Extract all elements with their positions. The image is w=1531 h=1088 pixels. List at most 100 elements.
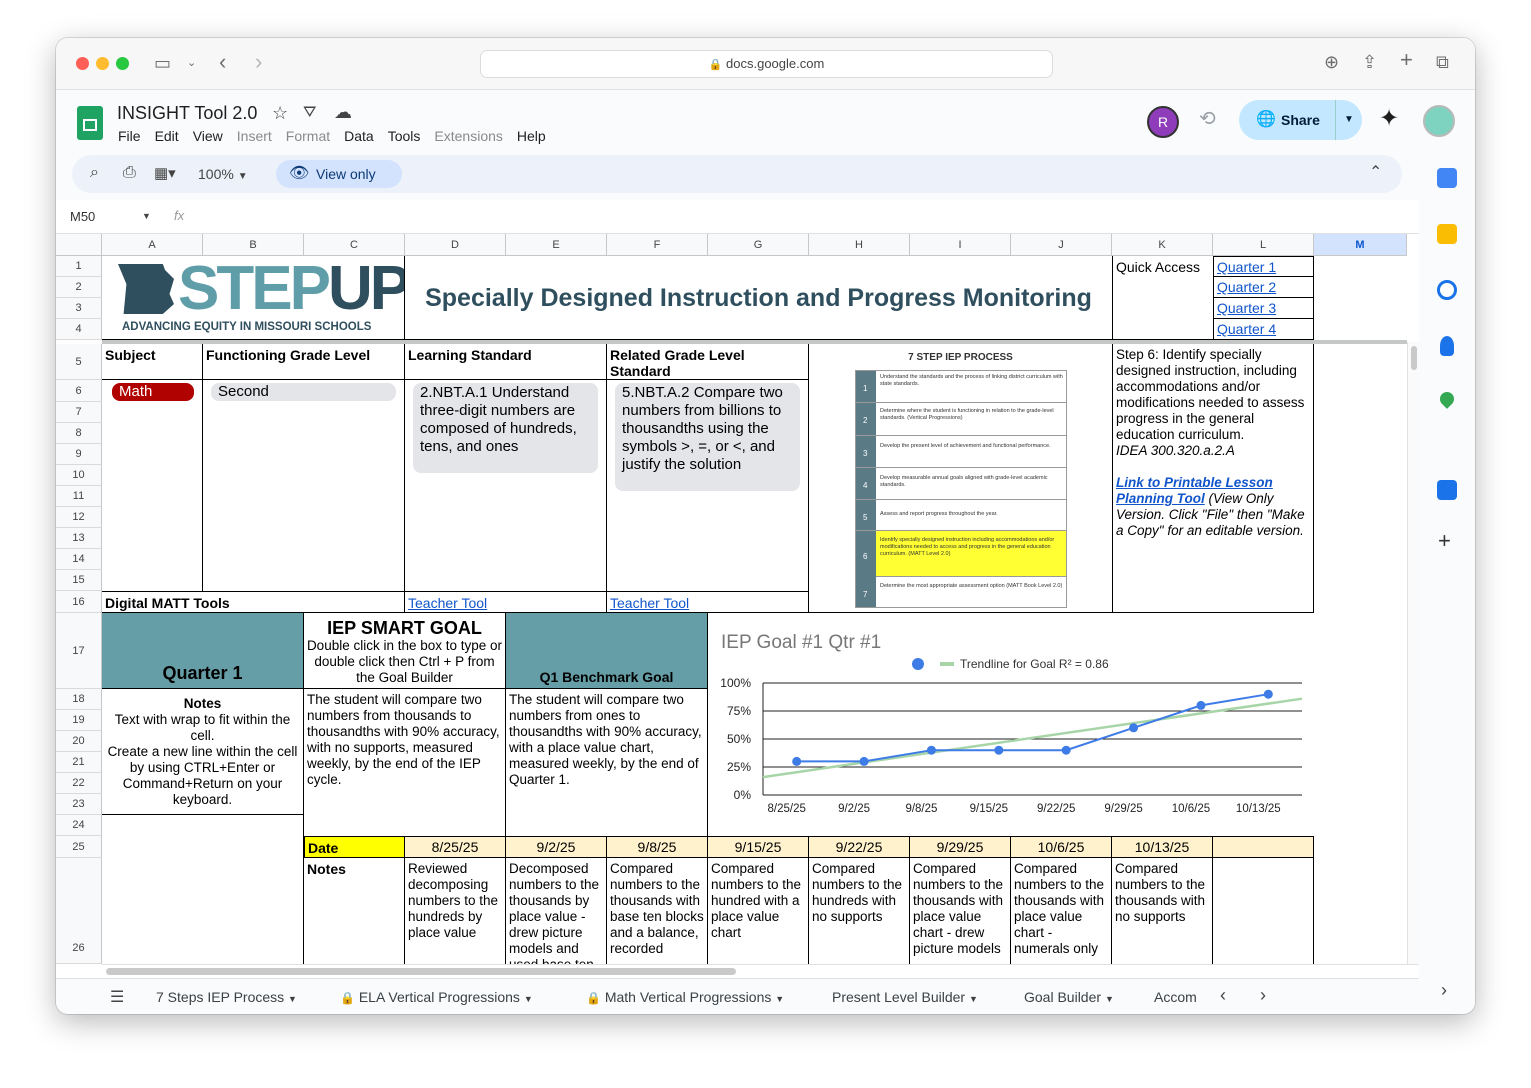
column-header[interactable]: B [203,234,304,256]
column-header[interactable]: F [607,234,708,256]
all-sheets-icon[interactable]: ☰ [110,987,124,1007]
expand-panel-icon[interactable]: › [1441,980,1447,1001]
progress-note-cell[interactable]: Compared numbers to the thousands with b… [607,858,708,964]
progress-note-cell[interactable]: Decomposed numbers to the thousands by p… [506,858,607,964]
row-header[interactable]: 5 [56,344,102,380]
name-box-dropdown-icon[interactable]: ▼ [142,211,151,221]
row-header[interactable]: 6 [56,380,102,402]
close-window-button[interactable] [76,57,89,70]
row-header[interactable]: 9 [56,444,102,465]
related-standard-chip[interactable]: 5.NBT.A.2 Compare two numbers from billi… [615,383,800,491]
iep-goal-chart[interactable]: IEP Goal #1 Qtr #1 Trendline for Goal R²… [708,613,1314,836]
row-header[interactable]: 25 [56,836,102,858]
benchmark-text-cell[interactable]: The student will compare two numbers fro… [506,689,708,836]
progress-note-cell[interactable]: Compared numbers to the thousands with p… [1011,858,1112,964]
grade-chip[interactable]: Second [211,383,396,401]
contacts-icon[interactable] [1440,336,1454,356]
grade-cell[interactable]: Second [203,380,405,591]
share-sheet-icon[interactable]: ⇪ [1362,52,1377,72]
date-cell[interactable]: 9/22/25 [809,836,910,858]
document-title[interactable]: INSIGHT Tool 2.0 [117,103,257,124]
scroll-tabs-right-icon[interactable]: › [1260,985,1266,1006]
row-header[interactable]: 2 [56,277,102,298]
menu-format[interactable]: Format [286,128,330,144]
row-header[interactable]: 20 [56,731,102,752]
row-header[interactable]: 23 [56,794,102,815]
subject-cell[interactable]: Math [102,380,203,591]
subject-chip[interactable]: Math [112,383,194,401]
progress-note-cell[interactable]: Compared numbers to the hundred with a p… [708,858,809,964]
data-point[interactable] [926,745,936,755]
add-addon-icon[interactable]: + [1438,528,1451,554]
inbox-icon[interactable] [1437,480,1457,500]
sheet-tab-accom[interactable]: Accom [1154,989,1197,1005]
column-header[interactable]: D [405,234,506,256]
column-header[interactable]: J [1011,234,1112,256]
zoom-window-button[interactable] [116,57,129,70]
avatar[interactable]: R [1147,106,1179,138]
menu-insert[interactable]: Insert [237,128,272,144]
data-point[interactable] [994,745,1004,755]
standard-cell[interactable]: 2.NBT.A.1 Understand three-digit numbers… [405,380,607,591]
menu-data[interactable]: Data [344,128,374,144]
row-header[interactable]: 12 [56,507,102,528]
column-header[interactable]: L [1213,234,1314,256]
sheet-tab-ela[interactable]: 🔒 ELA Vertical Progressions ▼ [340,989,533,1005]
star-icon[interactable]: ☆ [272,103,288,124]
column-header[interactable]: H [809,234,910,256]
row-header[interactable]: 8 [56,423,102,444]
sheet-tab-goal-builder[interactable]: Goal Builder ▼ [1024,989,1114,1005]
data-point[interactable] [1129,723,1139,733]
select-all-corner[interactable] [56,234,102,256]
quarter-1-link[interactable]: Quarter 1 [1213,256,1314,277]
row-header[interactable]: 4 [56,319,102,340]
quarter-4-link[interactable]: Quarter 4 [1213,319,1314,340]
maps-icon[interactable] [1437,389,1457,409]
row-header[interactable]: 13 [56,528,102,549]
row-header[interactable]: 7 [56,402,102,423]
data-point[interactable] [1061,745,1071,755]
data-point[interactable] [792,756,802,766]
forward-icon[interactable]: › [255,51,262,73]
share-dropdown-icon[interactable]: ▼ [1335,100,1354,140]
seven-step-image[interactable]: 7 STEP IEP PROCESS 1 Understand the stand… [809,344,1112,613]
address-bar[interactable]: 🔒 docs.google.com [480,50,1053,78]
sheet-tab-math[interactable]: 🔒 Math Vertical Progressions ▼ [586,989,784,1005]
row-header[interactable]: 26 [56,858,102,964]
row-header[interactable]: 1 [56,256,102,277]
chevron-down-icon[interactable]: ⌄ [187,53,196,73]
cloud-status-icon[interactable]: ☁ [334,102,352,123]
row-header[interactable]: 15 [56,570,102,591]
column-header[interactable]: I [910,234,1011,256]
menu-file[interactable]: File [118,128,141,144]
row-header[interactable]: 16 [56,591,102,613]
menu-help[interactable]: Help [517,128,546,144]
teacher-tool-link-1[interactable]: Teacher Tool [405,591,607,613]
format-icon[interactable]: ▦▾ [154,164,176,182]
column-header[interactable]: G [708,234,809,256]
scroll-tabs-left-icon[interactable]: ‹ [1220,985,1226,1006]
row-header[interactable]: 10 [56,465,102,486]
progress-note-cell[interactable]: Compared numbers to the hundreds with no… [809,858,910,964]
spreadsheet-grid[interactable]: A B C D E F G H I J K L M 1 2 3 4 5 6 7 … [56,234,1419,964]
search-icon[interactable]: ⌕ [90,164,99,182]
collapse-toolbar-icon[interactable]: ⌃ [1369,162,1382,182]
calendar-icon[interactable] [1437,168,1457,188]
row-header[interactable]: 17 [56,613,102,689]
goal-text-cell[interactable]: The student will compare two numbers fro… [304,689,506,836]
column-header[interactable]: E [506,234,607,256]
menu-view[interactable]: View [193,128,223,144]
column-header[interactable]: A [102,234,203,256]
column-header[interactable]: K [1112,234,1213,256]
date-cell[interactable]: 9/2/25 [506,836,607,858]
progress-note-empty[interactable] [1213,858,1314,964]
new-tab-icon[interactable]: + [1400,49,1413,71]
row-header[interactable]: 21 [56,752,102,773]
quarter-3-link[interactable]: Quarter 3 [1213,298,1314,319]
keep-icon[interactable] [1437,224,1457,244]
sheet-tab-present-level[interactable]: Present Level Builder ▼ [832,989,978,1005]
data-point[interactable] [1263,689,1273,699]
date-cell[interactable]: 9/15/25 [708,836,809,858]
column-header-selected[interactable]: M [1314,234,1407,256]
row-header[interactable]: 14 [56,549,102,570]
